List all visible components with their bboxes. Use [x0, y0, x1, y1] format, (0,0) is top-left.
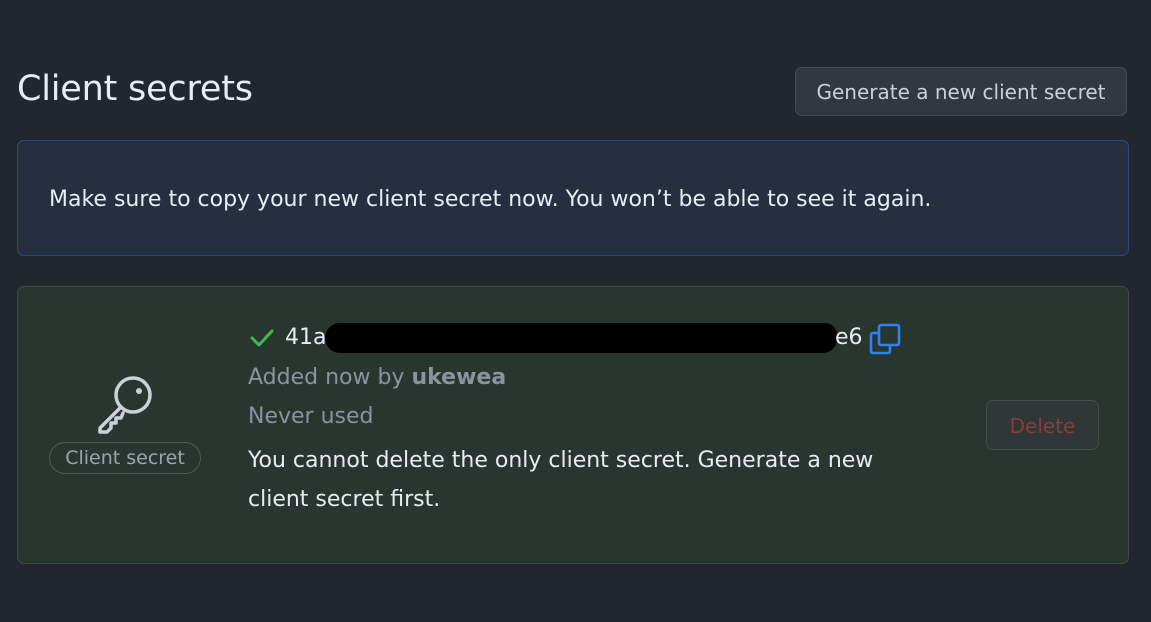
- page-title: Client secrets: [17, 69, 253, 109]
- added-label: Added now by: [248, 365, 412, 390]
- flash-message: Make sure to copy your new client secret…: [49, 187, 932, 212]
- copy-icon[interactable]: [869, 323, 901, 355]
- secret-value-row: 41a e6: [249, 319, 909, 359]
- check-icon: [250, 329, 274, 347]
- secret-usage-status: Never used: [248, 404, 374, 429]
- delete-disabled-note: You cannot delete the only client secret…: [248, 448, 874, 512]
- secret-value-suffix[interactable]: e6: [835, 323, 863, 353]
- client-secret-type-label: Client secret: [49, 442, 201, 474]
- client-secret-card: Client secret 41a e6 Added now by ukewea…: [17, 286, 1129, 564]
- secret-value-prefix[interactable]: 41a: [285, 323, 326, 353]
- redaction-bar: [325, 323, 837, 353]
- generate-client-secret-button[interactable]: Generate a new client secret: [795, 67, 1127, 116]
- delete-button[interactable]: Delete: [986, 400, 1099, 450]
- secret-added-info: Added now by ukewea: [248, 363, 506, 393]
- flash-notice: Make sure to copy your new client secret…: [17, 140, 1129, 256]
- added-by-user: ukewea: [411, 365, 507, 390]
- key-icon: [98, 376, 152, 434]
- client-secrets-page: Client secrets Generate a new client sec…: [0, 0, 1151, 622]
